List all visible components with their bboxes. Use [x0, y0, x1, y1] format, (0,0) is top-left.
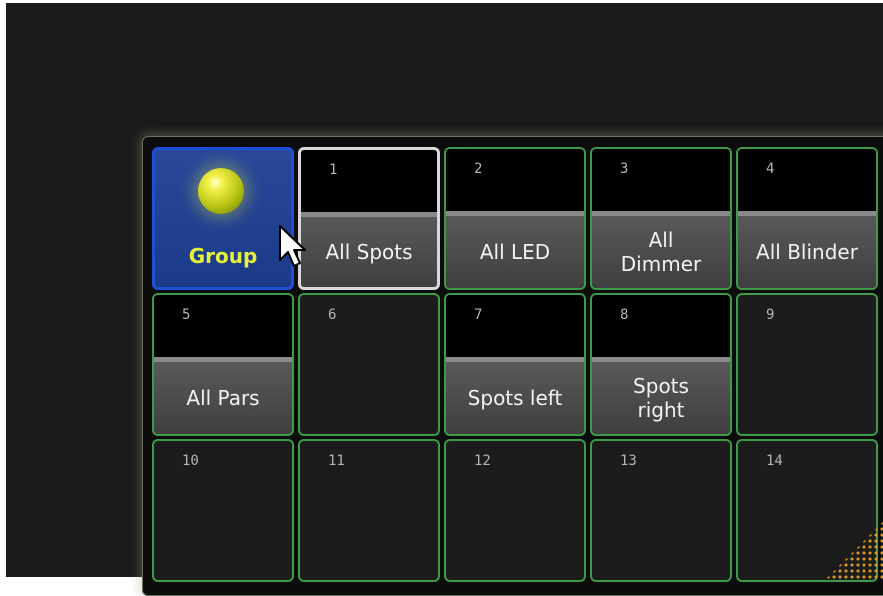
group-tile-4[interactable]: 4 All Blinder — [736, 147, 878, 290]
group-number: 2 — [474, 161, 483, 177]
group-number: 1 — [329, 162, 338, 178]
group-number: 12 — [474, 453, 491, 469]
group-tile-1[interactable]: 1 All Spots — [298, 147, 440, 290]
group-tile-11[interactable]: 11 — [298, 439, 440, 582]
light-bulb-icon — [198, 168, 244, 214]
group-number: 11 — [328, 453, 345, 469]
group-tile-7[interactable]: 7 Spots left — [444, 293, 586, 436]
group-tile-9[interactable]: 9 — [736, 293, 878, 436]
group-number: 3 — [620, 161, 629, 177]
group-number: 5 — [182, 307, 191, 323]
group-label: All Blinder — [756, 240, 858, 264]
group-number: 8 — [620, 307, 629, 323]
group-label: All Pars — [186, 386, 260, 410]
group-number: 6 — [328, 307, 337, 323]
group-tile-3[interactable]: 3 All Dimmer — [590, 147, 732, 290]
group-pool-title-button[interactable]: Group — [152, 147, 294, 290]
group-label: All Spots — [325, 240, 413, 264]
group-number: 9 — [766, 307, 775, 323]
group-tile-8[interactable]: 8 Spots right — [590, 293, 732, 436]
group-tile-5[interactable]: 5 All Pars — [152, 293, 294, 436]
group-label: Spots right — [633, 374, 689, 422]
group-label: Spots left — [467, 386, 563, 410]
group-number: 14 — [766, 453, 783, 469]
group-tile-13[interactable]: 13 — [590, 439, 732, 582]
group-pool-title: Group — [188, 244, 258, 268]
group-label: All LED — [479, 240, 551, 264]
mouse-pointer-icon — [279, 225, 306, 267]
group-number: 10 — [182, 453, 199, 469]
group-number: 4 — [766, 161, 775, 177]
group-tile-6[interactable]: 6 — [298, 293, 440, 436]
group-number: 13 — [620, 453, 637, 469]
group-tile-10[interactable]: 10 — [152, 439, 294, 582]
group-pool-grid: Group 1 All Spots 2 All LED 3 All Dimmer… — [152, 147, 878, 582]
group-tile-12[interactable]: 12 — [444, 439, 586, 582]
group-label: All Dimmer — [620, 228, 702, 276]
group-number: 7 — [474, 307, 483, 323]
group-tile-2[interactable]: 2 All LED — [444, 147, 586, 290]
